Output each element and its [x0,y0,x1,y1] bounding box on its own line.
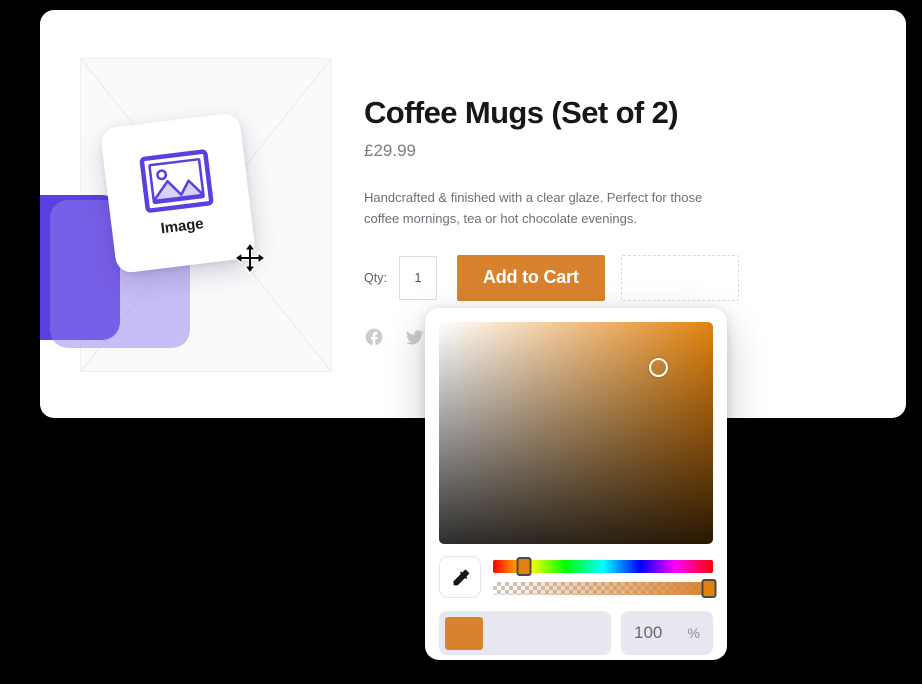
picker-sliders-row [439,556,717,598]
twitter-icon[interactable] [404,327,425,347]
alpha-slider-handle[interactable] [701,578,717,598]
purchase-row: Qty: Add to Cart [364,254,784,301]
opacity-value[interactable]: 100 [634,623,662,643]
move-cursor-icon [234,242,266,274]
quantity-input[interactable] [398,255,437,300]
eyedropper-icon [453,569,469,585]
color-swatch-field[interactable] [439,611,611,655]
widget-drop-zone[interactable] [620,254,739,301]
product-price: £29.99 [364,140,416,160]
facebook-icon[interactable] [364,327,384,347]
add-to-cart-button[interactable]: Add to Cart [456,254,605,301]
product-description: Handcrafted & finished with a clear glaz… [364,189,703,226]
slider-stack [493,556,717,598]
opacity-unit-label: % [687,625,700,641]
product-title: Coffee Mugs (Set of 2) [364,95,679,130]
opacity-field[interactable]: 100 % [621,611,713,655]
draggable-image-tile-label: Image [159,214,205,237]
image-icon [139,148,214,213]
quantity-label: Qty: [364,270,387,285]
saturation-value-handle[interactable] [649,358,668,377]
color-picker-panel: 100 % [425,308,727,660]
alpha-slider[interactable] [493,578,717,598]
hue-slider[interactable] [493,556,713,576]
eyedropper-button[interactable] [439,556,481,598]
saturation-value-area[interactable] [439,322,713,544]
hue-slider-handle[interactable] [516,556,532,576]
picker-fields-row: 100 % [439,611,713,655]
screenshot-root: Image Coffee Mugs (Set of 2) £29.99 Hand… [0,0,922,684]
color-swatch-chip[interactable] [445,616,483,650]
